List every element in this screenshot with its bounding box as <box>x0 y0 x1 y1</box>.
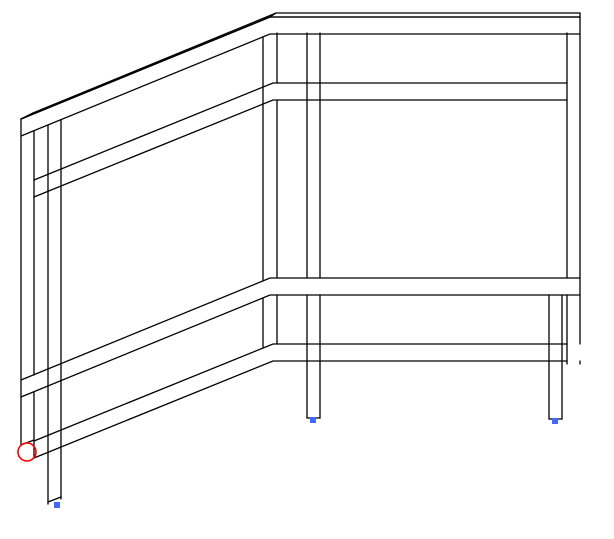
floor-markers <box>54 417 558 508</box>
floor-marker <box>552 418 558 424</box>
selection-highlight-circle <box>18 443 36 461</box>
floor-marker <box>310 417 316 423</box>
wireframe-lines <box>21 13 580 504</box>
railing-diagram <box>0 0 614 539</box>
floor-marker <box>54 502 60 508</box>
